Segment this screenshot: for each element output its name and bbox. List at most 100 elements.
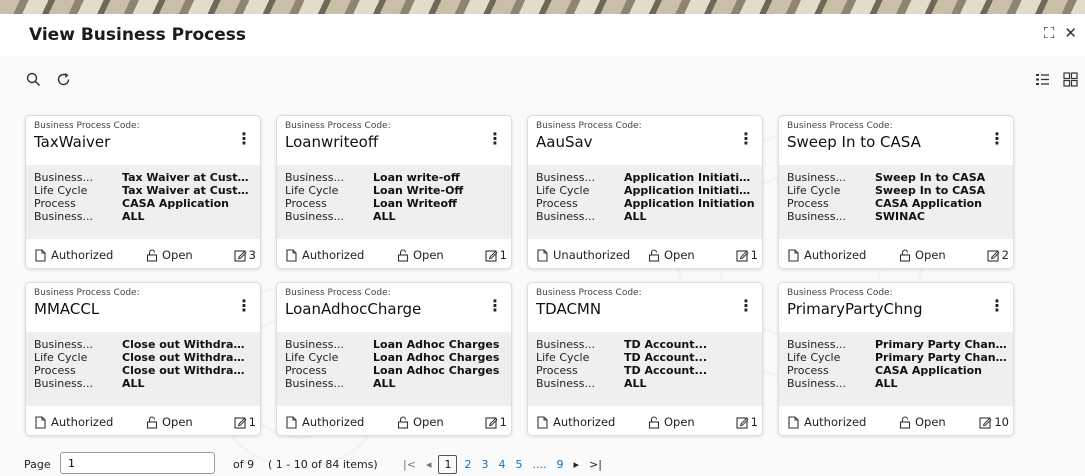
- modification-count: 1: [736, 248, 758, 262]
- content-area: Business Process Code: TaxWaiver ⋮ Business…: [0, 56, 1085, 476]
- field-value: Loan Adhoc Charges: [373, 351, 500, 364]
- title-bar: View Business Process ⛶ ✕: [0, 14, 1085, 56]
- field-value: CASA Application: [875, 364, 983, 377]
- process-code-label: Business Process Code:: [787, 288, 893, 298]
- card-header: Business Process Code: Sweep In to CASA ⋮: [779, 116, 1013, 156]
- field-value: CASA Application: [122, 197, 230, 210]
- next-page-button[interactable]: ▸: [570, 458, 582, 471]
- field-value: Application Initiation...: [624, 171, 756, 184]
- more-options-icon[interactable]: ⋮: [738, 298, 754, 314]
- page-link-current[interactable]: 1: [438, 455, 458, 474]
- field-label: Process: [34, 364, 76, 377]
- unlock-icon: [899, 248, 911, 262]
- list-view-icon[interactable]: [1033, 70, 1051, 88]
- window-controls: ⛶ ✕: [1044, 24, 1077, 42]
- card-details: Business... Loan Adhoc Charges Life Cycle L…: [277, 332, 511, 406]
- field-value: Application Initiation...: [624, 184, 756, 197]
- card-footer: Authorized Open 1: [26, 411, 260, 435]
- previous-page-button[interactable]: ◂: [423, 458, 435, 471]
- business-process-card[interactable]: Business Process Code: MMACCL ⋮ Business...…: [25, 282, 261, 436]
- card-field-row: Process Loan Adhoc Charges: [285, 364, 505, 377]
- edit-icon: [485, 249, 498, 262]
- card-field-row: Process Loan Writeoff: [285, 197, 505, 210]
- card-details: Business... TD Account... Life Cycle TD Acc…: [528, 332, 762, 406]
- page-number-input[interactable]: [60, 452, 215, 474]
- page-link[interactable]: 5: [512, 458, 525, 471]
- card-field-row: Business... ALL: [787, 377, 1007, 390]
- business-process-card[interactable]: Business Process Code: Loanwriteoff ⋮ Busin…: [276, 115, 512, 269]
- more-options-icon[interactable]: ⋮: [236, 131, 252, 147]
- first-page-button[interactable]: |<: [400, 458, 419, 471]
- business-process-card[interactable]: Business Process Code: TaxWaiver ⋮ Business…: [25, 115, 261, 269]
- card-header: Business Process Code: LoanAdhocCharge ⋮: [277, 283, 511, 323]
- card-details: Business... Sweep In to CASA Life Cycle Swe…: [779, 165, 1013, 239]
- field-value: Loan Writeoff: [373, 197, 457, 210]
- field-label: Life Cycle: [787, 351, 841, 364]
- page-link[interactable]: 4: [495, 458, 508, 471]
- field-value: ALL: [624, 377, 647, 390]
- process-code-label: Business Process Code:: [285, 121, 391, 131]
- card-field-row: Business... SWINAC: [787, 210, 1007, 223]
- grid-view-icon[interactable]: [1061, 70, 1079, 88]
- card-field-row: Process Application Initiation: [536, 197, 756, 210]
- status-badge: Authorized: [285, 248, 364, 262]
- more-options-icon[interactable]: ⋮: [989, 298, 1005, 314]
- status-text: Authorized: [553, 415, 616, 429]
- process-code-label: Business Process Code:: [787, 121, 893, 131]
- card-field-row: Process CASA Application: [34, 197, 254, 210]
- edit-icon: [485, 416, 498, 429]
- status-text: Authorized: [804, 248, 867, 262]
- field-value: SWINAC: [875, 210, 925, 223]
- more-options-icon[interactable]: ⋮: [989, 131, 1005, 147]
- business-process-card[interactable]: Business Process Code: Sweep In to CASA ⋮ B…: [778, 115, 1014, 269]
- document-status-icon: [788, 248, 799, 262]
- process-code-label: Business Process Code:: [536, 288, 642, 298]
- toolbar-left: [24, 70, 72, 88]
- field-value: Close out Withdrawal...: [122, 364, 254, 377]
- more-options-icon[interactable]: ⋮: [738, 131, 754, 147]
- page-link-last[interactable]: 9: [553, 458, 566, 471]
- unlock-icon: [899, 415, 911, 429]
- card-footer: Authorized Open 2: [779, 244, 1013, 268]
- more-options-icon[interactable]: ⋮: [487, 298, 503, 314]
- field-label: Business...: [787, 377, 846, 390]
- document-status-icon: [286, 248, 297, 262]
- top-banner: [0, 0, 1085, 14]
- status-badge: Authorized: [787, 248, 866, 262]
- card-field-row: Life Cycle Loan Write-Off: [285, 184, 505, 197]
- business-process-card[interactable]: Business Process Code: LoanAdhocCharge ⋮ Bu…: [276, 282, 512, 436]
- process-code-value: Loanwriteoff: [285, 133, 379, 151]
- card-details: Business... Loan write-off Life Cycle Loan …: [277, 165, 511, 239]
- business-process-card[interactable]: Business Process Code: TDACMN ⋮ Business...…: [527, 282, 763, 436]
- status-text: Authorized: [51, 415, 114, 429]
- document-status-icon: [35, 415, 46, 429]
- modification-count-text: 2: [1001, 248, 1009, 262]
- field-label: Business...: [34, 338, 93, 351]
- page-link[interactable]: 2: [461, 458, 474, 471]
- maximize-icon[interactable]: ⛶: [1044, 24, 1055, 42]
- card-field-row: Life Cycle Close out Withdrawal...: [34, 351, 254, 364]
- search-icon[interactable]: [24, 70, 42, 88]
- close-icon[interactable]: ✕: [1064, 24, 1077, 42]
- more-options-icon[interactable]: ⋮: [236, 298, 252, 314]
- more-options-icon[interactable]: ⋮: [487, 131, 503, 147]
- process-code-value: AauSav: [536, 133, 593, 151]
- card-field-row: Life Cycle TD Account...: [536, 351, 756, 364]
- lock-status: Open: [899, 248, 946, 262]
- card-field-row: Business... Loan Adhoc Charges: [285, 338, 505, 351]
- lock-status: Open: [397, 248, 444, 262]
- business-process-card[interactable]: Business Process Code: PrimaryPartyChng ⋮ B…: [778, 282, 1014, 436]
- page-link[interactable]: 3: [478, 458, 491, 471]
- field-value: ALL: [122, 377, 145, 390]
- field-label: Business...: [536, 338, 595, 351]
- business-process-card[interactable]: Business Process Code: AauSav ⋮ Business...…: [527, 115, 763, 269]
- edit-icon: [987, 249, 1000, 262]
- card-field-row: Process CASA Application: [787, 364, 1007, 377]
- refresh-icon[interactable]: [54, 70, 72, 88]
- last-page-button[interactable]: >|: [586, 458, 605, 471]
- field-label: Process: [34, 197, 76, 210]
- lock-status: Open: [397, 415, 444, 429]
- card-details: Business... Primary Party Change Life Cycl…: [779, 332, 1013, 406]
- field-label: Process: [536, 364, 578, 377]
- status-text: Authorized: [302, 248, 365, 262]
